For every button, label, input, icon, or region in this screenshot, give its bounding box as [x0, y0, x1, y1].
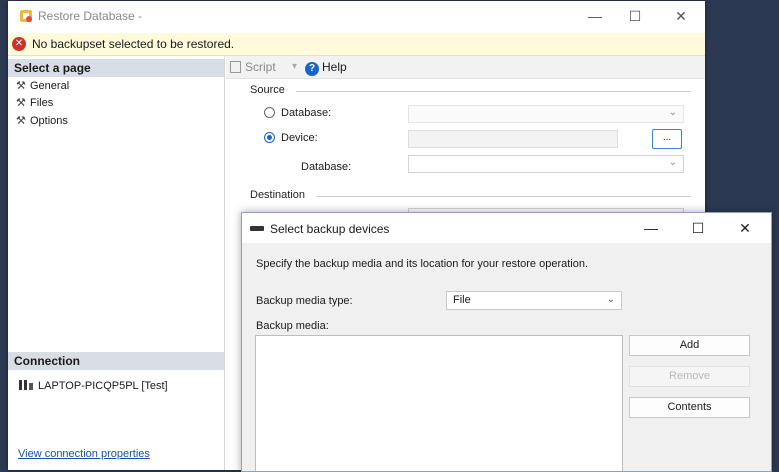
dialog-title-bar[interactable]: Select backup devices — ☐ ✕ — [242, 213, 771, 243]
close-icon: ✕ — [739, 220, 751, 236]
dialog-minimize-button[interactable]: — — [636, 217, 666, 239]
error-message: No backupset selected to be restored. — [32, 37, 235, 51]
source-database-combo[interactable]: ⌄ — [408, 105, 684, 123]
backup-media-label: Backup media: — [256, 320, 329, 332]
wrench-icon: ⚒ — [16, 80, 26, 92]
destination-section-label: Destination — [250, 189, 306, 201]
wrench-icon: ⚒ — [16, 97, 26, 109]
page-item-label: General — [30, 80, 70, 92]
left-pane: Select a page ⚒ General ⚒ Files ⚒ Options C… — [8, 56, 225, 470]
script-icon — [230, 61, 241, 73]
maximize-icon: ☐ — [691, 220, 705, 236]
page-item-label: Files — [30, 97, 54, 109]
source-section-label: Source — [250, 84, 285, 96]
close-button[interactable]: ✕ — [666, 5, 696, 27]
connection-name: LAPTOP-PICQP5PL [Test] — [38, 380, 168, 392]
script-label: Script — [245, 60, 276, 74]
chevron-down-icon: ⌄ — [668, 107, 677, 118]
server-connection-icon — [19, 380, 33, 390]
tape-drive-icon — [250, 226, 264, 231]
toolbar: Script ▾ ? Help — [226, 56, 705, 79]
backup-media-type-select[interactable]: File ⌄ — [446, 291, 622, 310]
dialog-description: Specify the backup media and its locatio… — [256, 258, 589, 270]
remove-button[interactable]: Remove — [629, 366, 750, 387]
select-backup-devices-dialog: Select backup devices — ☐ ✕ Specify the … — [241, 212, 772, 472]
error-banner: ✕ No backupset selected to be restored. — [8, 33, 705, 56]
page-item-files[interactable]: ⚒ Files — [16, 95, 53, 111]
select-page-header: Select a page — [8, 59, 224, 77]
help-button[interactable]: ? Help — [305, 59, 347, 76]
backup-media-list[interactable] — [255, 335, 623, 471]
database-restore-icon — [20, 10, 32, 22]
chevron-down-icon: ⌄ — [606, 294, 615, 305]
script-dropdown-icon[interactable]: ▾ — [292, 59, 297, 75]
device-database-label: Database: — [301, 161, 352, 173]
help-icon: ? — [305, 62, 319, 76]
database-radio[interactable] — [264, 107, 275, 118]
dialog-maximize-button[interactable]: ☐ — [683, 217, 713, 239]
connection-item: LAPTOP-PICQP5PL [Test] — [18, 378, 168, 394]
browse-devices-button[interactable]: ... — [652, 129, 682, 149]
page-item-options[interactable]: ⚒ Options — [16, 113, 68, 129]
dialog-title: Select backup devices — [270, 222, 390, 236]
window-title: Restore Database - — [38, 9, 143, 23]
minimize-icon: — — [644, 220, 658, 236]
page-item-general[interactable]: ⚒ General — [16, 78, 69, 94]
device-radio-label: Device: — [281, 132, 318, 144]
device-path-field[interactable] — [408, 130, 618, 148]
add-button[interactable]: Add — [629, 335, 750, 356]
title-bar[interactable]: Restore Database - — ☐ ✕ — [8, 1, 705, 31]
destination-divider — [316, 196, 691, 197]
maximize-button[interactable]: ☐ — [620, 5, 650, 27]
help-label: Help — [322, 60, 347, 74]
source-divider — [296, 91, 691, 92]
close-icon: ✕ — [675, 8, 687, 24]
maximize-icon: ☐ — [628, 8, 642, 24]
contents-button[interactable]: Contents — [629, 397, 750, 418]
wrench-icon: ⚒ — [16, 115, 26, 127]
dialog-close-button[interactable]: ✕ — [730, 217, 760, 239]
minimize-button[interactable]: — — [580, 5, 610, 27]
page-item-label: Options — [30, 115, 68, 127]
minimize-icon: — — [588, 8, 602, 24]
device-radio[interactable] — [264, 132, 275, 143]
script-button[interactable]: Script — [230, 59, 276, 75]
backup-media-type-label: Backup media type: — [256, 295, 353, 307]
backup-media-type-value: File — [453, 294, 471, 306]
view-connection-properties-link[interactable]: View connection properties — [18, 448, 150, 460]
chevron-down-icon: ⌄ — [668, 157, 677, 168]
error-icon: ✕ — [12, 37, 26, 51]
database-radio-label: Database: — [281, 107, 332, 119]
connection-header: Connection — [8, 352, 224, 370]
device-database-combo[interactable]: ⌄ — [408, 155, 684, 173]
